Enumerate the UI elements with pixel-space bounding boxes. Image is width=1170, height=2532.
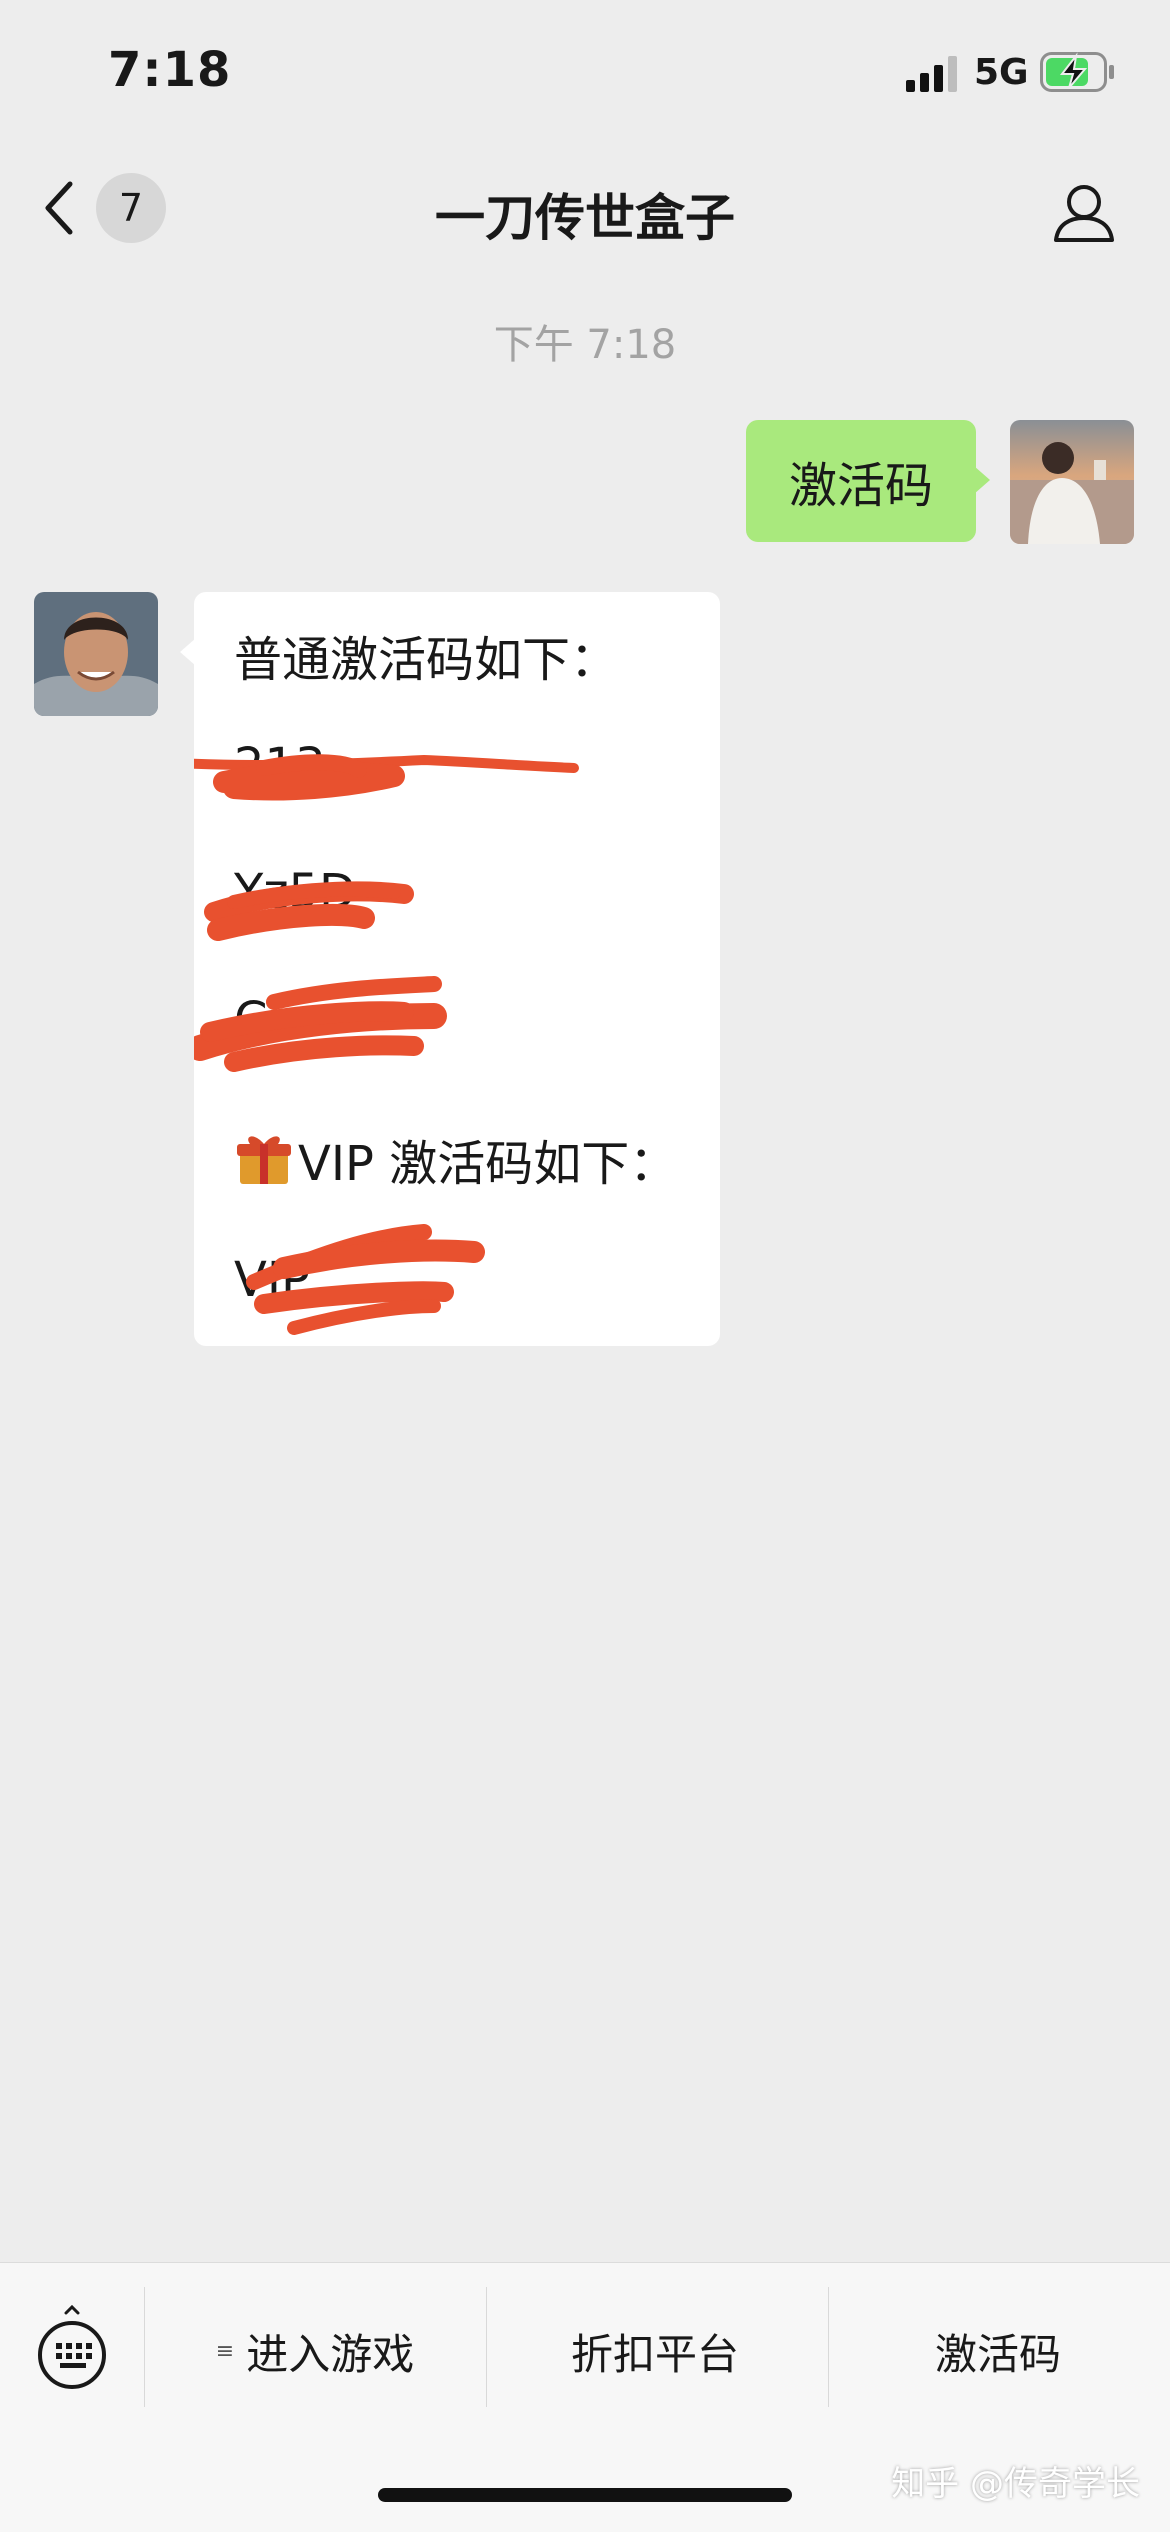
vip-activation-code: VIP bbox=[234, 1252, 310, 1308]
signal-icon bbox=[906, 56, 957, 92]
activation-code-2: Yz5D bbox=[234, 864, 357, 920]
status-time: 7:18 bbox=[108, 42, 232, 98]
contact-avatar-image bbox=[34, 592, 158, 716]
network-type: 5G bbox=[974, 52, 1029, 93]
menu-item-discount-platform[interactable]: 折扣平台 bbox=[486, 2313, 824, 2389]
self-avatar-image bbox=[1010, 420, 1134, 544]
nav-bar: 7 一刀传世盒子 bbox=[0, 140, 1170, 270]
watermark: 知乎 @传奇学长 bbox=[891, 2464, 1140, 2504]
menu-item-activation-code[interactable]: 激活码 bbox=[828, 2313, 1168, 2389]
vip-code-heading-text: VIP 激活码如下： bbox=[298, 1136, 678, 1192]
battery-charging-icon bbox=[1040, 52, 1114, 92]
sent-message-bubble[interactable]: 激活码 bbox=[746, 420, 990, 542]
chat-title: 一刀传世盒子 bbox=[435, 189, 735, 247]
received-message-bubble[interactable]: 普通激活码如下： 213 Yz5D C VIP 激活码如下： VIP bbox=[180, 592, 720, 1346]
menu-item-enter-game[interactable]: ≡ 进入游戏 bbox=[146, 2313, 484, 2389]
status-bar: 7:18 5G bbox=[0, 0, 1170, 140]
activation-code-3: C bbox=[234, 992, 268, 1048]
vip-code-heading: VIP 激活码如下： bbox=[234, 1124, 677, 1194]
menu-item-label: 折扣平台 bbox=[570, 2329, 739, 2379]
submenu-lines-icon: ≡ bbox=[215, 2338, 235, 2364]
gift-icon bbox=[237, 1136, 291, 1184]
keyboard-icon[interactable] bbox=[34, 2305, 110, 2395]
message-timestamp: 下午 7:18 bbox=[493, 322, 677, 368]
home-indicator[interactable] bbox=[378, 2488, 792, 2502]
menu-item-label: 进入游戏 bbox=[246, 2329, 415, 2379]
redaction-scribbles bbox=[194, 754, 579, 1335]
menu-item-label: 激活码 bbox=[934, 2329, 1061, 2379]
contact-avatar[interactable] bbox=[34, 592, 158, 716]
menu-divider bbox=[144, 2287, 145, 2407]
normal-code-heading: 普通激活码如下： bbox=[234, 632, 619, 688]
person-icon[interactable] bbox=[1052, 180, 1116, 244]
self-avatar[interactable] bbox=[1010, 420, 1134, 544]
activation-code-1: 213 bbox=[234, 738, 326, 794]
